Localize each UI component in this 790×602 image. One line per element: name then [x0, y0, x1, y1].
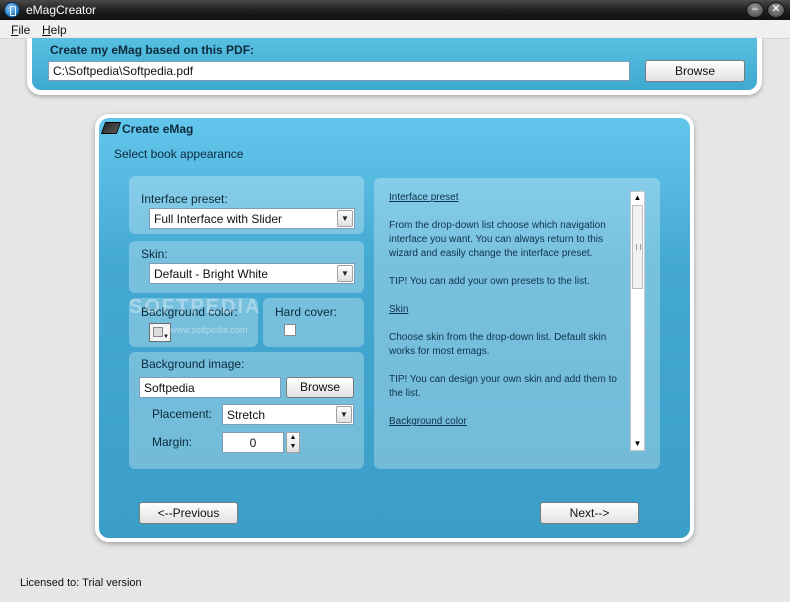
pdf-path-input[interactable]: C:\Softpedia\Softpedia.pdf: [48, 61, 630, 81]
chevron-down-icon: ▼: [163, 334, 169, 340]
help-interface-preset-tip: TIP! You can add your own presets to the…: [389, 276, 590, 287]
license-status: Licensed to: Trial version: [20, 577, 142, 589]
hard-cover-label: Hard cover:: [275, 305, 338, 319]
chevron-down-icon[interactable]: ▼: [336, 406, 352, 423]
help-link-background-color[interactable]: Background color: [389, 416, 467, 427]
scroll-down-icon[interactable]: ▼: [631, 438, 644, 450]
hard-cover-group: Hard cover:: [263, 298, 364, 347]
skin-select[interactable]: Default - Bright White ▼: [149, 263, 355, 284]
close-button[interactable]: ✕: [767, 2, 785, 18]
previous-button[interactable]: <--Previous: [139, 502, 238, 524]
app-icon: [4, 2, 20, 18]
scroll-thumb[interactable]: [632, 205, 643, 289]
menu-bar: File Help: [0, 20, 790, 39]
panel-subtitle: Select book appearance: [114, 147, 244, 161]
color-swatch-icon: [153, 327, 163, 337]
menu-file[interactable]: File: [11, 23, 30, 37]
minimize-button[interactable]: –: [746, 2, 764, 18]
interface-preset-select[interactable]: Full Interface with Slider ▼: [149, 208, 355, 229]
watermark-url: www.softpedia.com: [170, 325, 248, 335]
book-icon: [100, 122, 122, 134]
interface-preset-label: Interface preset:: [141, 192, 228, 206]
pdf-source-panel: Create my eMag based on this PDF: C:\Sof…: [27, 38, 762, 95]
interface-preset-value: Full Interface with Slider: [154, 212, 283, 226]
pdf-source-label: Create my eMag based on this PDF:: [50, 43, 255, 57]
placement-value: Stretch: [227, 408, 266, 422]
skin-group: Skin: Default - Bright White ▼: [129, 241, 364, 293]
window-title: eMagCreator: [26, 3, 97, 17]
title-bar: eMagCreator – ✕: [0, 0, 790, 20]
background-image-browse-button[interactable]: Browse: [286, 377, 354, 398]
placement-select[interactable]: Stretch ▼: [222, 404, 354, 425]
scroll-up-icon[interactable]: ▲: [631, 192, 644, 204]
help-text: Interface preset From the drop-down list…: [389, 191, 629, 443]
background-color-picker[interactable]: ▼: [149, 323, 171, 342]
margin-stepper[interactable]: ▲ ▼: [286, 432, 300, 453]
skin-label: Skin:: [141, 247, 168, 261]
interface-preset-group: Interface preset: Full Interface with Sl…: [129, 176, 364, 234]
help-scrollbar[interactable]: ▲ ▼: [630, 191, 645, 451]
background-image-input[interactable]: Softpedia: [139, 377, 281, 398]
chevron-down-icon[interactable]: ▼: [337, 265, 353, 282]
background-image-label: Background image:: [141, 357, 245, 371]
margin-input[interactable]: 0: [222, 432, 284, 453]
watermark: SOFTPEDIA: [129, 296, 262, 318]
pdf-browse-button[interactable]: Browse: [645, 60, 745, 82]
background-image-group: Background image: Softpedia Browse Place…: [129, 352, 364, 469]
help-link-skin[interactable]: Skin: [389, 304, 408, 315]
skin-value: Default - Bright White: [154, 267, 269, 281]
help-skin-tip: TIP! You can design your own skin and ad…: [389, 374, 617, 399]
placement-label: Placement:: [152, 407, 213, 421]
help-skin-text: Choose skin from the drop-down list. Def…: [389, 332, 607, 357]
panel-title: Create eMag: [122, 122, 194, 136]
next-button[interactable]: Next-->: [540, 502, 639, 524]
menu-help[interactable]: Help: [42, 23, 67, 37]
help-interface-preset-text: From the drop-down list choose which nav…: [389, 220, 606, 259]
chevron-down-icon[interactable]: ▼: [337, 210, 353, 227]
help-link-interface-preset[interactable]: Interface preset: [389, 192, 458, 203]
margin-label: Margin:: [152, 435, 193, 449]
hard-cover-checkbox[interactable]: [284, 324, 296, 336]
help-panel: Interface preset From the drop-down list…: [374, 178, 660, 469]
